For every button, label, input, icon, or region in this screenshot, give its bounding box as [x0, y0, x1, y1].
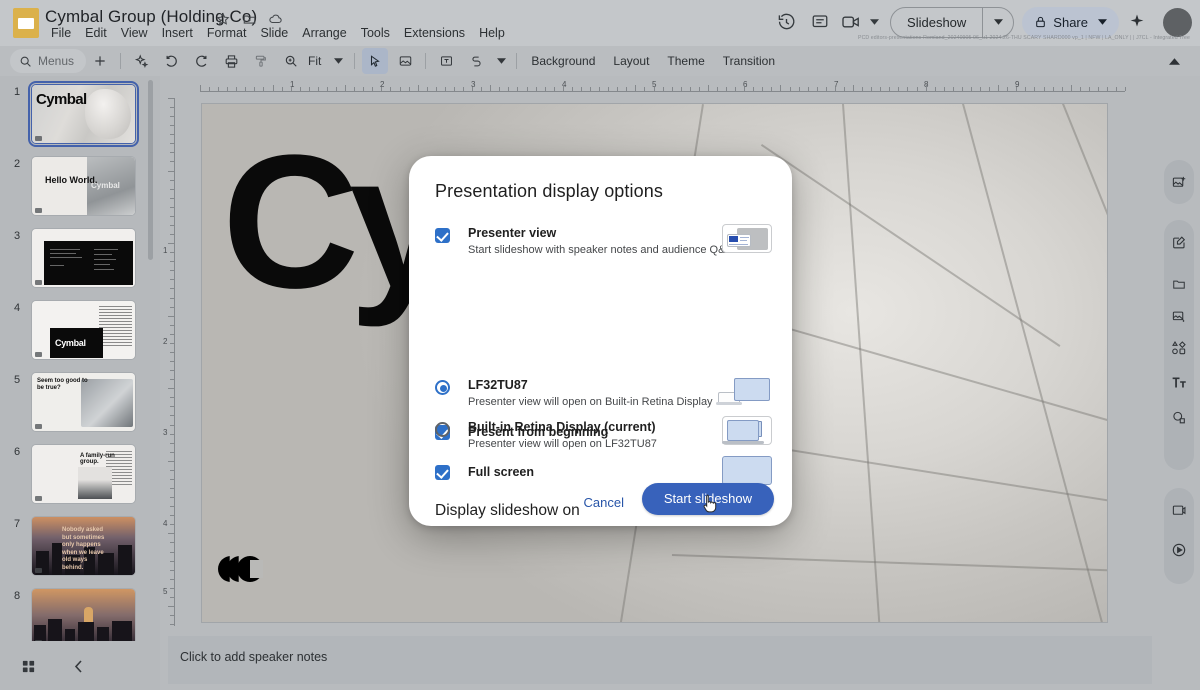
display-lf32tu87-label: LF32TU87	[468, 378, 528, 392]
display-builtin-retina-sublabel: Presenter view will open on LF32TU87	[468, 438, 657, 450]
display-lf32tu87-radio[interactable]	[435, 380, 450, 395]
laptop-icon	[718, 420, 770, 448]
slides-app-window: Cymbal Group (Holding Co) File Edit View…	[0, 0, 1200, 690]
cancel-button[interactable]: Cancel	[572, 487, 636, 518]
start-slideshow-button[interactable]: Start slideshow	[641, 483, 774, 515]
presentation-display-options-dialog: Presentation display options Presenter v…	[409, 156, 792, 526]
full-screen-preview-icon	[722, 456, 772, 485]
display-builtin-retina-label: Built-in Retina Display (current)	[468, 420, 656, 434]
display-lf32tu87-sublabel: Presenter view will open on Built-in Ret…	[468, 396, 713, 408]
display-builtin-retina-radio[interactable]	[435, 422, 450, 437]
full-screen-checkbox[interactable]	[435, 465, 450, 480]
external-monitor-icon	[716, 378, 770, 408]
dialog-title: Presentation display options	[435, 181, 663, 201]
presenter-view-checkbox[interactable]	[435, 228, 450, 243]
presenter-view-label: Presenter view	[468, 226, 557, 240]
presenter-view-sublabel: Start slideshow with speaker notes and a…	[468, 244, 733, 256]
display-slideshow-on-heading: Display slideshow on	[435, 502, 580, 519]
presenter-view-preview-icon	[722, 224, 772, 253]
full-screen-label: Full screen	[468, 465, 534, 479]
dialog-scrim: Presentation display options Presenter v…	[0, 0, 1200, 690]
